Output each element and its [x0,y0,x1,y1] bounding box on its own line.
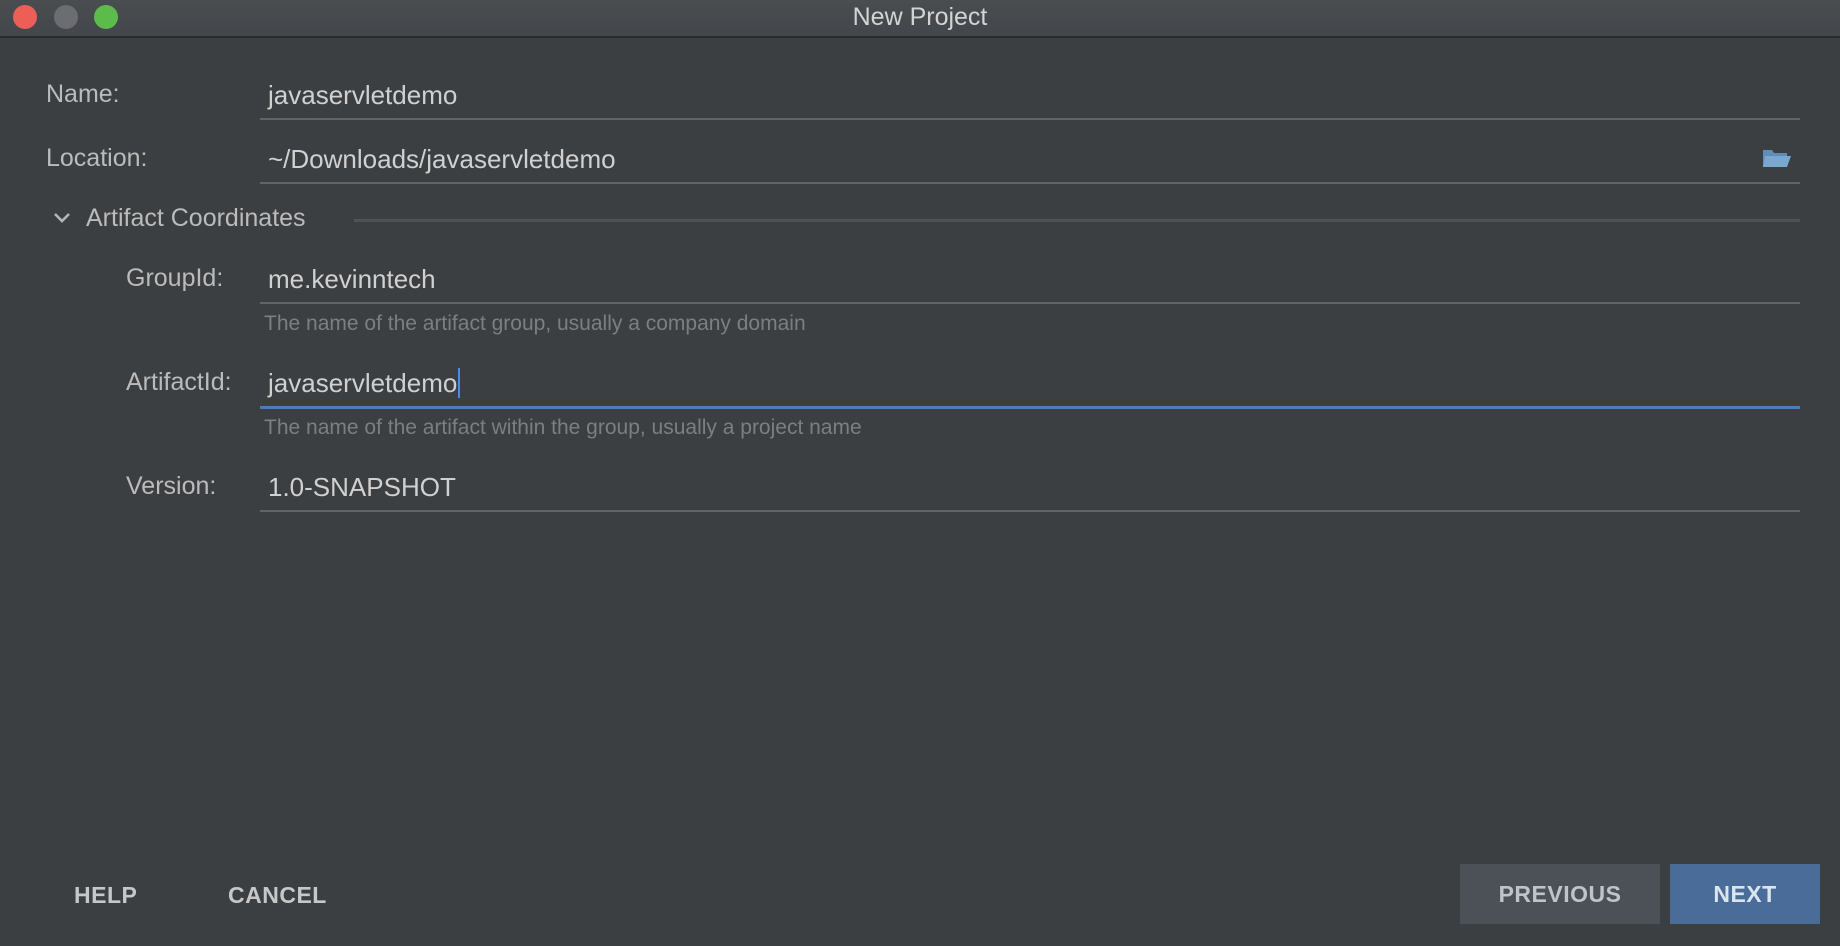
artifact-id-value: javaservletdemo [268,368,458,398]
cancel-button[interactable]: CANCEL [228,870,327,920]
group-id-label: GroupId: [126,264,224,292]
name-field[interactable]: javaservletdemo [260,72,1800,120]
version-field[interactable]: 1.0-SNAPSHOT [260,464,1800,512]
location-field[interactable]: ~/Downloads/javaservletdemo [260,136,1800,184]
section-title[interactable]: Artifact Coordinates [86,204,306,233]
chevron-down-icon[interactable] [50,206,74,230]
previous-button[interactable]: PREVIOUS [1460,864,1660,924]
section-divider [354,219,1800,222]
location-value: ~/Downloads/javaservletdemo [268,144,616,174]
artifact-id-input: javaservletdemo [268,368,461,399]
artifact-id-hint: The name of the artifact within the grou… [264,416,862,439]
next-button[interactable]: NEXT [1670,864,1820,924]
artifact-id-label: ArtifactId: [126,368,232,396]
version-value: 1.0-SNAPSHOT [268,472,456,502]
group-id-field[interactable]: me.kevinntech [260,256,1800,304]
window-title: New Project [852,3,988,31]
group-id-value: me.kevinntech [268,264,436,294]
title-bar: New Project [0,0,1840,38]
name-label: Name: [46,80,120,108]
name-value: javaservletdemo [268,80,458,110]
text-caret [458,368,461,399]
new-project-dialog: New Project Name: javaservletdemo Locati… [0,0,1840,946]
version-label: Version: [126,472,217,500]
location-label: Location: [46,144,148,172]
group-id-hint: The name of the artifact group, usually … [264,312,806,335]
artifact-id-field[interactable]: javaservletdemo [260,360,1800,409]
help-button[interactable]: HELP [74,870,137,920]
artifact-coordinates-section: Artifact Coordinates [50,200,1800,240]
folder-open-icon[interactable] [1762,146,1792,170]
